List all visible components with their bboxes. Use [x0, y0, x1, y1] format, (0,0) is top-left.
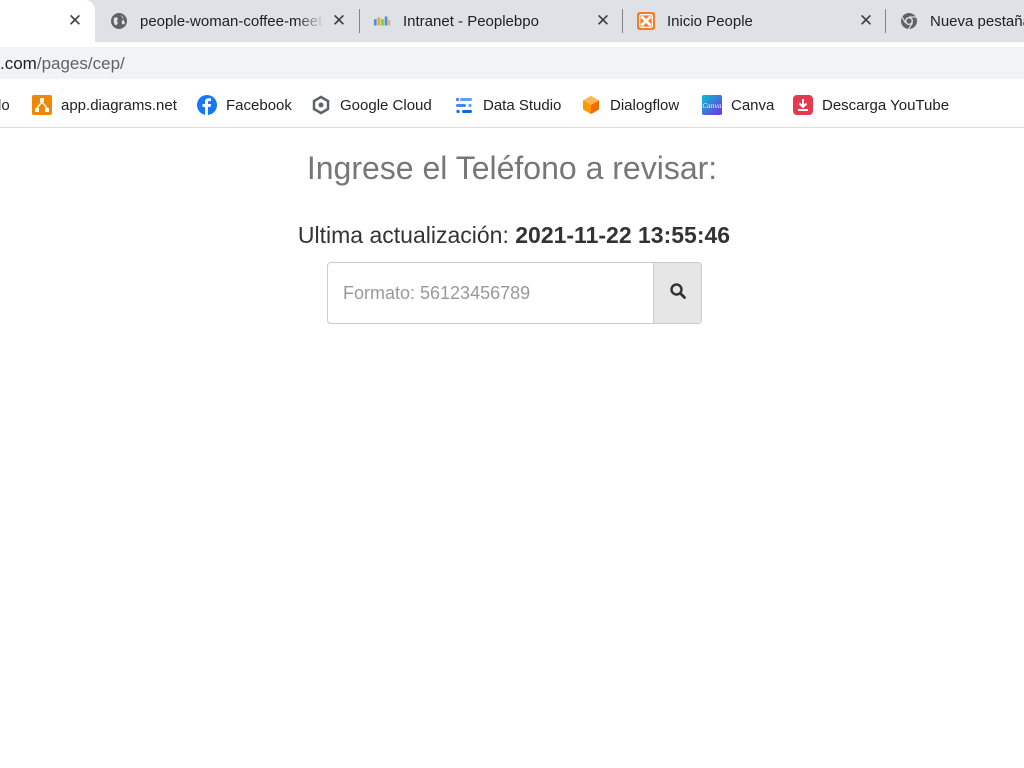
tab-inicio-people[interactable]: Inicio People ✕ — [637, 0, 887, 42]
url-host: .com — [0, 54, 37, 73]
tab-people-woman-coffee[interactable]: people-woman-coffee-meeting ✕ — [110, 0, 360, 42]
tab-title: Nueva pestaña — [930, 12, 1024, 30]
chrome-icon — [900, 12, 918, 30]
diagrams-icon — [32, 95, 52, 115]
bookmark-diagrams[interactable]: app.diagrams.net — [32, 83, 177, 127]
last-updated-value: 2021-11-22 13:55:46 — [515, 222, 731, 248]
youtube-download-icon — [793, 95, 813, 115]
dialogflow-icon — [581, 95, 601, 115]
url-text[interactable]: .com/pages/cep/ — [0, 54, 125, 74]
tab-title: Intranet - Peoplebpo — [403, 12, 539, 30]
tab-nueva-pestana[interactable]: Nueva pestaña — [900, 0, 1024, 42]
close-tab-icon[interactable]: ✕ — [65, 11, 85, 31]
tab-separator — [885, 9, 886, 33]
bookmark-label: Canva — [731, 96, 775, 114]
facebook-icon — [197, 95, 217, 115]
xampp-icon — [637, 12, 655, 30]
page-title: Ingrese el Teléfono a revisar: — [306, 150, 718, 186]
url-path: /pages/cep/ — [36, 54, 125, 73]
bookmark-descarga-youtube[interactable]: Descarga YouTube — [793, 83, 949, 127]
address-bar[interactable]: .com/pages/cep/ — [0, 47, 1024, 79]
tab-separator — [359, 9, 360, 33]
phone-search-group — [327, 262, 702, 324]
peoplebpo-icon — [373, 12, 391, 30]
search-button[interactable] — [653, 262, 702, 324]
close-tab-icon[interactable]: ✕ — [329, 11, 349, 31]
bookmark-dialogflow[interactable]: Dialogflow — [581, 83, 679, 127]
bookmark-label: Descarga YouTube — [822, 96, 950, 114]
bookmark-canva[interactable]: Canva Canva — [702, 83, 774, 127]
last-updated-label: Ultima actualización: — [297, 222, 509, 248]
bookmark-label: Dialogflow — [610, 96, 680, 114]
bookmark-facebook[interactable]: Facebook — [197, 83, 292, 127]
canva-icon: Canva — [702, 95, 722, 115]
bookmark-label: Google Cloud — [340, 96, 432, 114]
bookmark-label: app.diagrams.net — [61, 96, 177, 114]
phone-search-input[interactable] — [327, 262, 654, 324]
tab-intranet-peoplebpo[interactable]: Intranet - Peoplebpo ✕ — [373, 0, 623, 42]
bookmark-partial[interactable]: lo — [0, 83, 10, 127]
bookmark-label: Data Studio — [483, 96, 562, 114]
tab-strip: ✕ people-woman-coffee-meeting ✕ Intranet… — [0, 0, 1024, 42]
tab-active[interactable]: ✕ — [0, 0, 95, 42]
last-updated: Ultima actualización: 2021-11-22 13:55:4… — [0, 222, 1024, 249]
google-cloud-icon — [311, 95, 331, 115]
bookmark-label: lo — [0, 96, 10, 114]
close-tab-icon[interactable]: ✕ — [593, 11, 613, 31]
browser-toolbar: .com/pages/cep/ — [0, 42, 1024, 83]
bookmarks-bar: lo app.diagrams.net Facebook Google Clou… — [0, 83, 1024, 128]
svg-text:Canva: Canva — [703, 103, 722, 110]
tab-separator — [622, 9, 623, 33]
globe-icon — [110, 12, 128, 30]
tab-title: people-woman-coffee-meeting — [140, 12, 324, 30]
search-icon — [669, 282, 687, 305]
bookmark-label: Facebook — [226, 96, 292, 114]
bookmark-data-studio[interactable]: Data Studio — [454, 83, 561, 127]
tab-title: Inicio People — [667, 12, 753, 30]
close-tab-icon[interactable]: ✕ — [856, 11, 876, 31]
data-studio-icon — [454, 95, 474, 115]
bookmark-google-cloud[interactable]: Google Cloud — [311, 83, 432, 127]
